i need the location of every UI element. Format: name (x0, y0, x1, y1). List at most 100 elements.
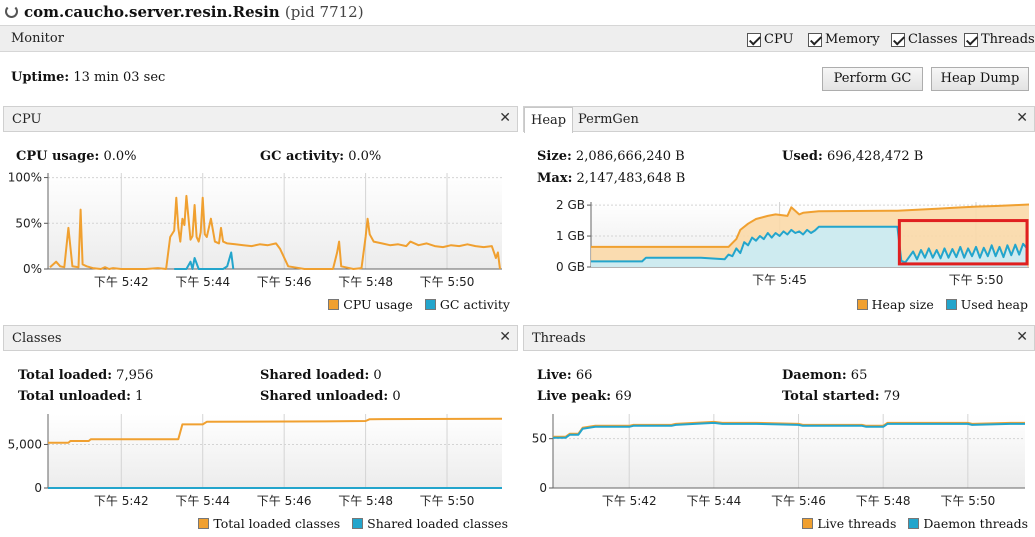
y-tick-label: 50 (532, 432, 547, 446)
total-loaded-stat: Total loaded: 7,956 (18, 368, 153, 383)
legend-cpu-usage: CPU usage (343, 297, 413, 312)
stat-value: 0 (392, 389, 401, 404)
memory-checkbox[interactable]: Memory (808, 32, 880, 47)
tab-permgen[interactable]: PermGen (572, 107, 645, 133)
y-tick-label: 0 (34, 481, 42, 495)
stat-label: Total started: (782, 389, 880, 404)
stat-label: Total loaded: (18, 368, 113, 383)
stat-value: 2,147,483,648 B (576, 171, 686, 186)
total-started-stat: Total started: 79 (782, 389, 900, 404)
cpu-panel-header: CPU ✕ (3, 106, 518, 132)
x-tick-label: 下午 5:50 (420, 494, 475, 508)
live-peak-stat: Live peak: 69 (537, 389, 632, 404)
stat-value: 0 (373, 368, 382, 383)
stat-value: 7,956 (116, 368, 154, 383)
legend-swatch-daemon-threads (908, 518, 920, 529)
x-tick-label: 下午 5:45 (752, 273, 807, 287)
legend-swatch-used-heap (945, 299, 957, 310)
stat-label: Live peak: (537, 389, 612, 404)
close-icon[interactable]: ✕ (1016, 110, 1028, 126)
checkbox-checked-icon (747, 32, 761, 47)
y-tick-label: 0 (539, 481, 547, 495)
cpu-checkbox[interactable]: CPU (747, 32, 793, 47)
shared-unloaded-stat: Shared unloaded: 0 (260, 389, 401, 404)
stat-label: Shared loaded: (260, 368, 370, 383)
threads-panel-header: Threads ✕ (523, 325, 1035, 351)
stat-label: GC activity: (260, 149, 345, 164)
stat-label: Daemon: (782, 368, 847, 383)
y-tick-label: 0% (23, 262, 42, 276)
x-tick-label: 下午 5:50 (420, 275, 475, 289)
cpu-checkbox-label: CPU (764, 32, 794, 47)
window-title-bar: com.caucho.server.resin.Resin (pid 7712) (0, 0, 1035, 24)
y-tick-label: 1 GB (556, 229, 585, 243)
loading-spinner-icon (5, 5, 18, 18)
app-title: com.caucho.server.resin.Resin (pid 7712) (24, 3, 364, 21)
classes-checkbox[interactable]: Classes (891, 32, 958, 47)
legend-live-threads: Live threads (817, 516, 897, 531)
stat-value: 1 (135, 389, 144, 404)
legend-swatch-gc-activity (424, 299, 436, 310)
classes-panel-title: Classes (12, 331, 62, 346)
x-tick-label: 下午 5:50 (949, 273, 1004, 287)
legend-swatch-cpu-usage (328, 299, 340, 310)
stat-label: Max: (537, 171, 573, 186)
legend-heap-size: Heap size (871, 297, 934, 312)
heap-legend: Heap size Used heap (856, 297, 1028, 312)
checkbox-checked-icon (964, 32, 978, 47)
heap-size-stat: Size: 2,086,666,240 B (537, 149, 685, 164)
stat-label: Shared unloaded: (260, 389, 389, 404)
total-unloaded-stat: Total unloaded: 1 (18, 389, 143, 404)
stat-label: CPU usage: (16, 149, 100, 164)
threads-checkbox[interactable]: Threads (964, 32, 1035, 47)
classes-checkbox-label: Classes (908, 32, 958, 47)
heap-used-stat: Used: 696,428,472 B (782, 149, 923, 164)
heap-chart: 下午 5:45 下午 5:50 0 GB 1 GB 2 GB (556, 198, 1030, 287)
close-icon[interactable]: ✕ (499, 110, 511, 126)
stat-label: Size: (537, 149, 572, 164)
close-icon[interactable]: ✕ (1016, 329, 1028, 345)
threads-legend: Live threads Daemon threads (802, 516, 1028, 531)
memory-checkbox-label: Memory (825, 32, 880, 47)
heap-dump-button[interactable]: Heap Dump (931, 67, 1029, 91)
stat-value: 66 (575, 368, 593, 383)
classes-legend: Total loaded classes Shared loaded class… (198, 516, 508, 531)
x-tick-label: 下午 5:46 (771, 494, 826, 508)
legend-total-loaded: Total loaded classes (213, 516, 341, 531)
stat-label: Live: (537, 368, 572, 383)
x-tick-label: 下午 5:46 (257, 275, 312, 289)
x-tick-label: 下午 5:44 (175, 494, 230, 508)
cpu-usage-stat: CPU usage: 0.0% (16, 149, 137, 164)
stat-value: 0.0% (103, 149, 137, 164)
daemon-threads-stat: Daemon: 65 (782, 368, 867, 383)
plot-area (48, 173, 502, 269)
uptime-value: 13 min 03 sec (73, 70, 166, 85)
close-icon[interactable]: ✕ (499, 329, 511, 345)
x-tick-label: 下午 5:42 (94, 275, 149, 289)
live-threads-stat: Live: 66 (537, 368, 592, 383)
stat-value: 696,428,472 B (826, 149, 924, 164)
y-tick-label: 50% (15, 216, 42, 230)
legend-swatch-total-loaded (198, 518, 210, 529)
stat-value: 0.0% (348, 149, 382, 164)
y-tick-label: 5,000 (8, 437, 42, 451)
x-tick-label: 下午 5:44 (175, 275, 230, 289)
tab-heap[interactable]: Heap (524, 107, 574, 133)
cpu-panel-title: CPU (12, 112, 42, 127)
legend-used-heap: Used heap (960, 297, 1028, 312)
x-tick-label: 下午 5:44 (686, 494, 741, 508)
x-tick-label: 下午 5:48 (338, 275, 393, 289)
memory-panel-header: Heap PermGen ✕ (523, 106, 1035, 133)
x-tick-label: 下午 5:42 (94, 494, 149, 508)
y-tick-label: 100% (8, 171, 42, 185)
y-tick-label: 0 GB (556, 260, 585, 274)
checkbox-checked-icon (891, 32, 905, 47)
x-tick-label: 下午 5:48 (856, 494, 911, 508)
y-tick-label: 2 GB (556, 198, 585, 212)
gc-activity-stat: GC activity: 0.0% (260, 149, 381, 164)
legend-swatch-live-threads (802, 518, 814, 529)
legend-swatch-heap-size (856, 299, 868, 310)
perform-gc-button[interactable]: Perform GC (822, 67, 923, 91)
process-name: com.caucho.server.resin.Resin (24, 3, 280, 21)
shared-loaded-stat: Shared loaded: 0 (260, 368, 382, 383)
